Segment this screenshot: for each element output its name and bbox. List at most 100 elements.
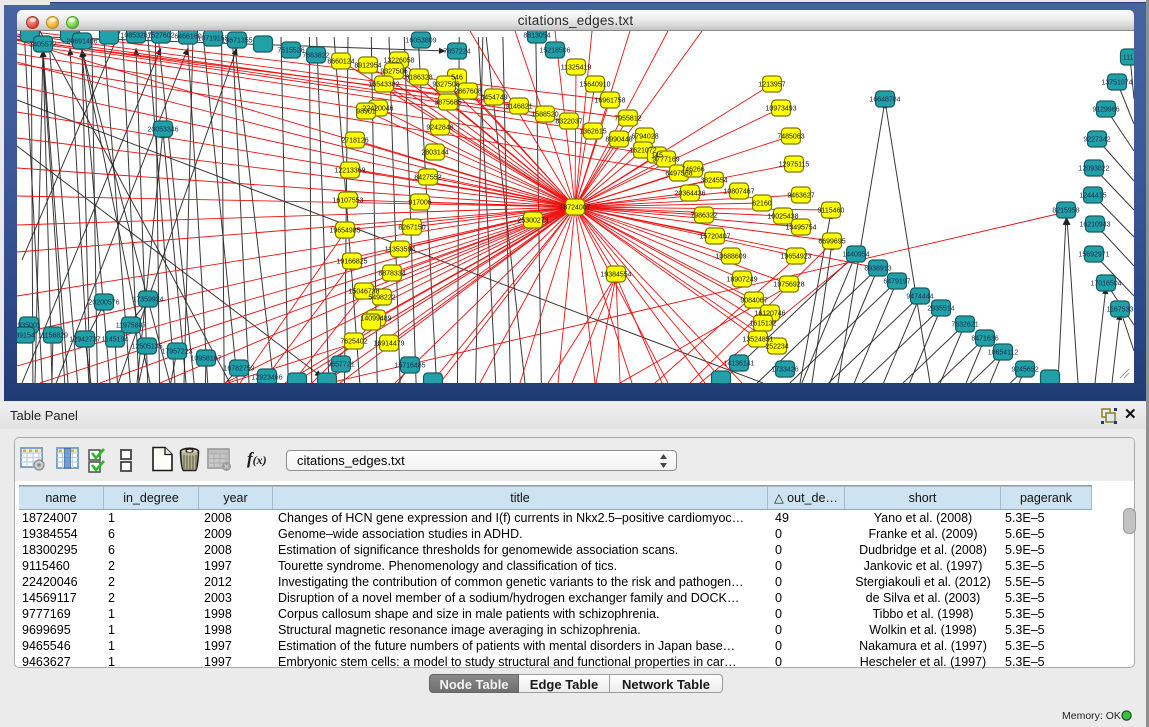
svg-text:9084067: 9084067 [740, 298, 767, 305]
svg-text:19166825: 19166825 [336, 259, 367, 266]
svg-text:8912954: 8912954 [354, 63, 381, 70]
svg-text:12923466: 12923466 [251, 375, 282, 382]
svg-text:15218506: 15218506 [539, 48, 570, 55]
svg-text:9242848: 9242848 [426, 125, 453, 132]
svg-text:16210943: 16210943 [1079, 222, 1110, 229]
svg-text:10671355: 10671355 [221, 38, 252, 45]
svg-text:15640910: 15640910 [579, 82, 610, 89]
svg-text:62160: 62160 [752, 201, 772, 208]
svg-text:14136141: 14136141 [723, 361, 754, 368]
svg-text:16053809: 16053809 [405, 38, 436, 45]
svg-text:9657721: 9657721 [327, 362, 354, 369]
svg-text:8215958: 8215958 [1052, 208, 1079, 215]
svg-text:13495754: 13495754 [785, 225, 816, 232]
svg-text:2718126: 2718126 [341, 138, 368, 145]
svg-text:10025438: 10025438 [767, 214, 798, 221]
svg-text:1733426: 1733426 [771, 367, 798, 374]
svg-text:7857224: 7857224 [443, 49, 470, 56]
svg-text:15716485: 15716485 [394, 363, 425, 370]
svg-text:12505135: 12505135 [131, 344, 162, 351]
svg-text:9245652: 9245652 [1011, 367, 1038, 374]
svg-text:1440954: 1440954 [842, 252, 869, 259]
svg-text:10807467: 10807467 [723, 189, 754, 196]
svg-text:16120746: 16120746 [754, 311, 785, 318]
svg-text:10654112: 10654112 [988, 350, 1019, 357]
svg-text:7663822: 7663822 [302, 53, 329, 60]
svg-text:9146821: 9146821 [505, 104, 532, 111]
svg-text:13524851: 13524851 [742, 337, 773, 344]
svg-text:546: 546 [451, 75, 463, 82]
svg-text:18907249: 18907249 [726, 277, 757, 284]
svg-text:6479197: 6479197 [883, 279, 910, 286]
svg-text:17016504: 17016504 [1090, 281, 1121, 288]
svg-text:16648784: 16648784 [869, 97, 900, 104]
svg-text:3875685: 3875685 [434, 100, 461, 107]
svg-text:8471636: 8471636 [971, 336, 998, 343]
svg-text:7625402: 7625402 [340, 339, 367, 346]
svg-text:252234: 252234 [765, 344, 788, 351]
svg-text:8990448: 8990448 [605, 137, 632, 144]
svg-text:12093822: 12093822 [1078, 166, 1109, 173]
svg-text:20364436: 20364436 [674, 191, 705, 198]
svg-text:20200576: 20200576 [88, 300, 119, 307]
svg-text:2867608: 2867608 [454, 89, 481, 96]
svg-text:25300273: 25300273 [517, 218, 548, 225]
svg-text:1167533: 1167533 [1107, 307, 1134, 314]
svg-text:15720407: 15720407 [699, 234, 730, 241]
svg-text:10688609: 10688609 [715, 254, 746, 261]
svg-text:8186328: 8186328 [405, 75, 432, 82]
svg-text:16914479: 16914479 [373, 341, 404, 348]
svg-text:7986322: 7986322 [690, 213, 717, 220]
svg-text:19654923: 19654923 [780, 254, 811, 261]
svg-text:1117: 1117 [1123, 55, 1134, 62]
svg-text:19654985: 19654985 [329, 228, 360, 235]
svg-text:8813054: 8813054 [523, 33, 550, 40]
svg-text:17359934: 17359934 [132, 297, 163, 304]
svg-text:11325419: 11325419 [561, 65, 592, 72]
svg-text:17957223: 17957223 [161, 349, 192, 356]
svg-text:8660124: 8660124 [327, 59, 354, 66]
svg-text:16107553: 16107553 [332, 198, 363, 205]
svg-text:9463627: 9463627 [787, 193, 814, 200]
svg-text:9115460: 9115460 [818, 208, 845, 215]
svg-text:2803144: 2803144 [421, 150, 448, 157]
svg-text:9474444: 9474444 [906, 294, 933, 301]
svg-text:9227342: 9227342 [1083, 137, 1110, 144]
svg-text:8938913: 8938913 [864, 266, 891, 273]
svg-text:1213957: 1213957 [758, 82, 785, 89]
svg-text:16782759: 16782759 [223, 366, 254, 373]
svg-text:19756928: 19756928 [773, 282, 804, 289]
svg-text:1588520: 1588520 [531, 112, 558, 119]
svg-text:1362615: 1362615 [579, 129, 606, 136]
svg-text:8267150: 8267150 [398, 225, 425, 232]
svg-text:8454749: 8454749 [480, 95, 507, 102]
svg-text:6794028: 6794028 [631, 134, 658, 141]
svg-text:11156829: 11156829 [38, 333, 68, 340]
svg-text:7632621: 7632621 [951, 322, 978, 329]
svg-text:7485063: 7485063 [777, 134, 804, 141]
svg-text:3824554: 3824554 [700, 178, 727, 185]
svg-text:10958107: 10958107 [190, 356, 221, 363]
svg-text:12942737: 12942737 [69, 337, 100, 344]
svg-text:7955812: 7955812 [614, 116, 641, 123]
svg-text:16961758: 16961758 [594, 98, 625, 105]
svg-text:16543382: 16543382 [368, 82, 399, 89]
svg-text:9129966: 9129966 [1092, 107, 1119, 114]
svg-text:746266: 746266 [681, 167, 704, 174]
svg-text:935001: 935001 [17, 323, 40, 330]
svg-text:1244415: 1244415 [1079, 193, 1106, 200]
svg-text:20691406: 20691406 [66, 39, 97, 46]
svg-text:5498222: 5498222 [368, 295, 395, 302]
svg-text:1405572: 1405572 [29, 42, 56, 49]
svg-text:15692971: 15692971 [1078, 252, 1109, 259]
svg-text:9327508: 9327508 [432, 82, 459, 89]
svg-text:13751074: 13751074 [1101, 80, 1132, 87]
svg-text:12213369: 12213369 [334, 168, 365, 175]
svg-text:13226058: 13226058 [383, 58, 414, 65]
svg-text:11353594: 11353594 [385, 247, 416, 254]
svg-text:917006: 917006 [408, 200, 431, 207]
svg-text:2935514: 2935514 [927, 306, 954, 313]
svg-text:9777169: 9777169 [652, 157, 679, 164]
svg-text:20053346: 20053346 [147, 127, 178, 134]
svg-text:1145194: 1145194 [102, 337, 129, 344]
